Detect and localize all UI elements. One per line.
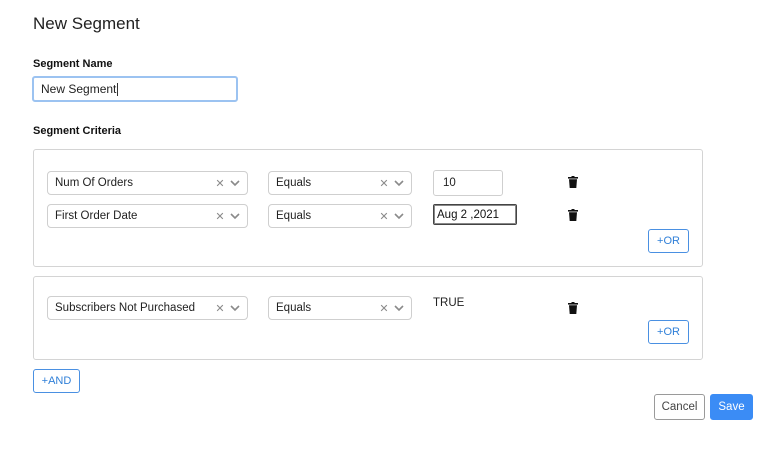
chevron-down-icon[interactable] — [392, 176, 406, 190]
chevron-down-icon[interactable] — [392, 209, 406, 223]
operator-select-value: Equals — [276, 177, 312, 189]
save-button[interactable]: Save — [710, 394, 753, 420]
close-icon[interactable]: ✕ — [214, 177, 226, 190]
segment-criteria-label: Segment Criteria — [33, 125, 122, 137]
operator-select[interactable]: Equals ✕ — [268, 204, 412, 228]
field-select-value: Num Of Orders — [55, 177, 133, 189]
date-input-text: Aug 2 ,2021 — [437, 208, 500, 221]
trash-icon[interactable] — [568, 302, 578, 314]
chevron-down-icon[interactable] — [228, 209, 242, 223]
text-cursor — [117, 82, 119, 96]
close-icon[interactable]: ✕ — [378, 177, 390, 190]
close-icon[interactable]: ✕ — [378, 302, 390, 315]
add-or-button[interactable]: +OR — [648, 320, 689, 344]
close-icon[interactable]: ✕ — [214, 302, 226, 315]
operator-select[interactable]: Equals ✕ — [268, 296, 412, 320]
value-input-orders[interactable]: 10 — [433, 170, 503, 196]
field-select-value: Subscribers Not Purchased — [55, 302, 195, 314]
trash-icon[interactable] — [568, 209, 578, 221]
add-or-button[interactable]: +OR — [648, 229, 689, 253]
segment-name-value: New Segment — [41, 82, 117, 96]
chevron-down-icon[interactable] — [228, 176, 242, 190]
field-select-num-of-orders[interactable]: Num Of Orders ✕ — [47, 171, 248, 195]
segment-name-label: Segment Name — [33, 58, 113, 70]
chevron-down-icon[interactable] — [392, 301, 406, 315]
close-icon[interactable]: ✕ — [378, 210, 390, 223]
value-text-true: TRUE — [433, 297, 465, 309]
value-input-text: 10 — [443, 177, 456, 189]
field-select-subscribers-not-purchased[interactable]: Subscribers Not Purchased ✕ — [47, 296, 248, 320]
field-select-first-order-date[interactable]: First Order Date ✕ — [47, 204, 248, 228]
cancel-button[interactable]: Cancel — [654, 394, 705, 420]
operator-select-value: Equals — [276, 302, 312, 314]
add-and-button[interactable]: +AND — [33, 369, 80, 393]
close-icon[interactable]: ✕ — [214, 210, 226, 223]
field-select-value: First Order Date — [55, 210, 138, 222]
chevron-down-icon[interactable] — [228, 301, 242, 315]
operator-select-value: Equals — [276, 210, 312, 222]
date-input-first-order[interactable]: Aug 2 ,2021 — [433, 204, 517, 225]
page-title: New Segment — [33, 14, 140, 33]
segment-name-input[interactable]: New Segment — [32, 76, 238, 102]
trash-icon[interactable] — [568, 176, 578, 188]
operator-select[interactable]: Equals ✕ — [268, 171, 412, 195]
